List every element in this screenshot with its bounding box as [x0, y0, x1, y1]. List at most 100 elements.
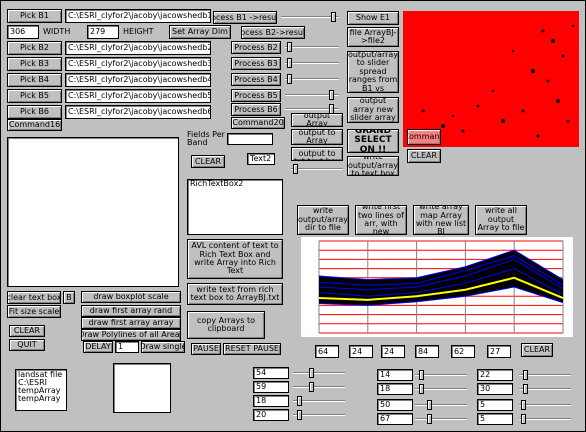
b3-path-field[interactable]: C:\ESRI_clyfor2\jacoby\jacowshedb3.bil [65, 57, 211, 71]
file-list-box[interactable]: landsat file C:\ESRI tempArray tempArray [15, 369, 67, 411]
band-slider[interactable] [293, 410, 345, 420]
process-b4-button[interactable]: Process B4 [231, 73, 281, 86]
clear-left-button[interactable]: CLEAR [9, 325, 45, 337]
b6-path-field[interactable]: C:\ESRI_clyfor2\jacoby\jacowshedb6.bil [65, 105, 211, 119]
process-b2-slider[interactable] [285, 42, 339, 52]
write-output-file-button[interactable]: write output/array dir to file [297, 205, 349, 235]
slider-value-field[interactable]: 54 [253, 367, 289, 379]
clear-graph-button[interactable]: CLEAR [521, 343, 553, 357]
band-slider[interactable] [293, 382, 345, 392]
process-b2-button[interactable]: Process B2 [231, 41, 281, 54]
axis-value-field[interactable]: 84 [415, 345, 439, 358]
write-first-lines-button[interactable]: write first two lines of arr, with new [355, 205, 407, 235]
slider-value-field[interactable]: 22 [477, 369, 513, 381]
pick-b5-button[interactable]: Pick B5 [7, 89, 62, 103]
axis-value-field[interactable]: 64 [315, 345, 339, 358]
process-b6-button[interactable]: Process B6 [231, 103, 281, 116]
process-b1-slider[interactable] [281, 12, 339, 22]
band-slider[interactable] [415, 370, 467, 380]
pick-b2-button[interactable]: Pick B2 [7, 41, 62, 55]
set-array-dim-button[interactable]: Set Array Dim [169, 25, 231, 39]
reset-pause-button[interactable]: RESET PAUSE [223, 343, 281, 355]
b1-path-field[interactable]: C:\ESRI_clyfor2\jacoby\jacowshedb1.bil [65, 9, 211, 23]
slider-value-field[interactable]: 67 [377, 413, 413, 425]
fields-per-band-field[interactable] [227, 133, 273, 145]
clear-text-box-button[interactable]: clear text box [7, 291, 61, 304]
command20-button[interactable]: Command20 [231, 117, 285, 129]
band-slider[interactable] [519, 414, 571, 424]
process-b2-result-button[interactable]: Process B2->result2 [241, 26, 305, 39]
draw-first-array-button[interactable]: draw first array array [81, 317, 181, 329]
axis-value-field[interactable]: 27 [487, 345, 511, 358]
process-b5-slider[interactable] [285, 90, 339, 100]
band-slider[interactable] [415, 384, 467, 394]
slider-value-field[interactable]: 20 [253, 409, 289, 421]
fit-size-scale-button[interactable]: Fit size scale [7, 305, 61, 318]
draw-polylines-button[interactable]: Draw Polylines of all Areas [81, 329, 181, 341]
slider-value-field[interactable]: 5 [477, 399, 513, 411]
slider-value-field[interactable]: 59 [253, 381, 289, 393]
write-output-textbox-button[interactable]: write output/array to text box [347, 156, 399, 176]
band-slider[interactable] [293, 368, 345, 378]
clear-mid-button[interactable]: CLEAR [191, 155, 225, 168]
height-field[interactable]: 279 [87, 25, 119, 39]
axis-value-field[interactable]: 62 [451, 345, 475, 358]
quit-button[interactable]: QUIT [9, 339, 45, 351]
make-output-array-button[interactable]: make output Array button [291, 113, 343, 127]
slider-value-field[interactable]: 30 [477, 383, 513, 395]
process-b1-button[interactable]: Process B1 ->result1 [213, 11, 277, 24]
process-b5-button[interactable]: Process B5 [231, 89, 281, 102]
pick-b6-button[interactable]: Pick B6 [7, 105, 62, 119]
text2-field[interactable]: Text2 [247, 153, 275, 165]
rich-text-box[interactable]: RichTextBox2 [187, 179, 283, 235]
avl-content-button[interactable]: AVL content of text to Rich Text Box and… [187, 239, 283, 279]
delay-field[interactable]: 1 [115, 341, 139, 353]
pick-b4-button[interactable]: Pick B4 [7, 73, 62, 87]
write-array-map-button[interactable]: write array map Array with new list BJ [413, 205, 469, 235]
axis-value-field[interactable]: 24 [349, 345, 373, 358]
grand-select-button[interactable]: GRAND SELECT ON !! [347, 129, 399, 153]
list-item[interactable]: tempArray [18, 395, 60, 403]
band-slider[interactable] [415, 414, 467, 424]
b5-path-field[interactable]: C:\ESRI_clyfor2\jacoby\jacowshedb5.bil [65, 89, 211, 103]
slider-value-field[interactable]: 50 [377, 399, 413, 411]
b-button[interactable]: B [63, 291, 75, 304]
pick-b3-button[interactable]: Pick B3 [7, 57, 62, 71]
slider-value-field[interactable]: 18 [377, 383, 413, 395]
clear-top-button[interactable]: CLEAR [407, 149, 441, 163]
pause-button[interactable]: PAUSE [191, 343, 221, 355]
write-all-output-button[interactable]: write all output Array to file [475, 205, 527, 235]
copy-clipboard-button[interactable]: copy Arrays to clipboard [187, 311, 265, 339]
show-output-txt-button[interactable]: show output to txt text box [291, 147, 343, 161]
show-e1-button[interactable]: Show E1 [347, 11, 399, 25]
delay-button[interactable]: DELAY [83, 341, 113, 353]
process-b3-slider[interactable] [285, 58, 339, 68]
command-red-button[interactable]: Command [407, 129, 441, 145]
file-array-button[interactable]: file ArrayBJ->file2 [347, 27, 399, 47]
slider-value-field[interactable]: 18 [253, 395, 289, 407]
draw-rand-button[interactable]: draw first array rand [81, 305, 181, 317]
band-slider[interactable] [519, 384, 571, 394]
output-slider[interactable] [291, 164, 343, 174]
b4-path-field[interactable]: C:\ESRI_clyfor2\jacoby\jacowshedb4.bil [65, 73, 211, 87]
band-slider[interactable] [293, 396, 345, 406]
make-output-slider-button[interactable]: make output/array to slider spread range… [347, 51, 399, 93]
main-text-box[interactable] [7, 137, 179, 287]
slider-value-field[interactable]: 5 [477, 413, 513, 425]
write-rich-text-button[interactable]: write text from rich text box to ArrayBJ… [187, 283, 283, 305]
process-b3-button[interactable]: Process B3 [231, 57, 281, 70]
band-slider[interactable] [519, 370, 571, 380]
draw-boxplot-button[interactable]: draw boxplot scale [81, 291, 181, 303]
command16-button[interactable]: Command16 [7, 119, 62, 131]
show-output-array-button[interactable]: show output to Array feature [291, 129, 343, 145]
draw-single-button[interactable]: Draw single [141, 341, 185, 353]
band-slider[interactable] [415, 400, 467, 410]
slider-value-field[interactable]: 14 [377, 369, 413, 381]
width-field[interactable]: 306 [7, 25, 39, 39]
axis-value-field[interactable]: 24 [381, 345, 405, 358]
process-b4-slider[interactable] [285, 74, 339, 84]
make-new-output-button[interactable]: make new output array new slider array 6… [347, 97, 399, 123]
pick-b1-button[interactable]: Pick B1 [7, 9, 62, 23]
b2-path-field[interactable]: C:\ESRI_clyfor2\jacoby\jacowshedb2.bil [65, 41, 211, 55]
band-slider[interactable] [519, 400, 571, 410]
